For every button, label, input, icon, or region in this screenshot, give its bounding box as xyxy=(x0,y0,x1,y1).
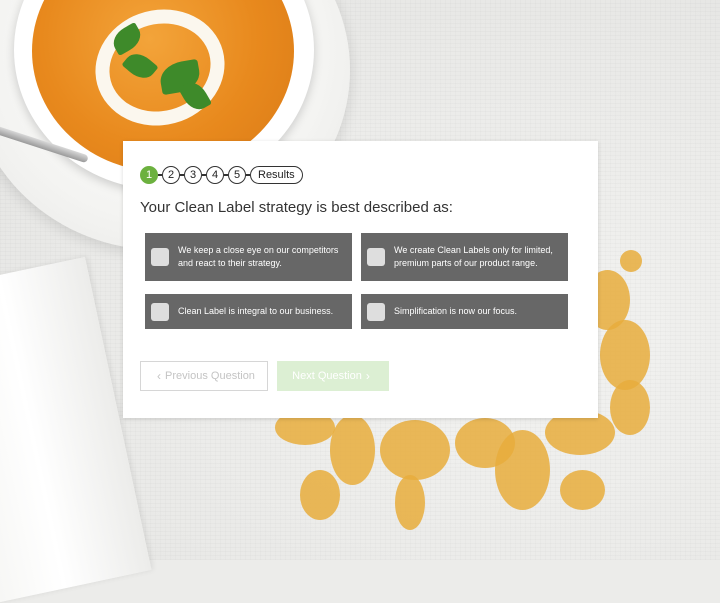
spice-splash-decoration xyxy=(610,380,650,435)
spice-splash-decoration xyxy=(600,320,650,390)
answer-option-label: We create Clean Labels only for limited,… xyxy=(394,245,553,268)
step-4-indicator: 4 xyxy=(206,166,224,184)
spice-splash-decoration xyxy=(620,250,642,272)
checkbox[interactable] xyxy=(151,248,169,266)
answer-option-competitors[interactable]: We keep a close eye on our competitors a… xyxy=(145,233,352,281)
step-2-indicator: 2 xyxy=(162,166,180,184)
question-text: Your Clean Label strategy is best descri… xyxy=(140,199,453,216)
spice-splash-decoration xyxy=(330,415,375,485)
spice-splash-decoration xyxy=(300,470,340,520)
answer-option-simplification[interactable]: Simplification is now our focus. xyxy=(361,294,568,329)
chevron-left-icon: ‹ xyxy=(157,369,162,383)
previous-question-button[interactable]: ‹ Previous Question xyxy=(140,361,268,391)
answer-option-label: We keep a close eye on our competitors a… xyxy=(178,245,339,268)
chevron-right-icon: › xyxy=(365,369,370,383)
step-1-indicator: 1 xyxy=(140,166,158,184)
checkbox[interactable] xyxy=(151,302,169,321)
answer-option-premium-range[interactable]: We create Clean Labels only for limited,… xyxy=(361,233,568,281)
next-question-button[interactable]: Next Question › xyxy=(277,361,389,391)
checkbox[interactable] xyxy=(367,302,385,321)
step-5-indicator: 5 xyxy=(228,166,246,184)
spice-splash-decoration xyxy=(495,430,550,510)
next-question-label: Next Question xyxy=(292,370,362,382)
answer-option-integral[interactable]: Clean Label is integral to our business. xyxy=(145,294,352,329)
checkbox[interactable] xyxy=(367,248,385,266)
step-3-indicator: 3 xyxy=(184,166,202,184)
previous-question-label: Previous Question xyxy=(165,370,255,382)
quiz-card: 1 2 3 4 5 Results Your Clean Label strat… xyxy=(123,141,598,418)
progress-steps: 1 2 3 4 5 Results xyxy=(140,165,303,185)
answer-option-label: Clean Label is integral to our business. xyxy=(178,306,334,316)
spice-splash-decoration xyxy=(380,420,450,480)
answer-option-label: Simplification is now our focus. xyxy=(394,306,518,316)
spice-splash-decoration xyxy=(560,470,605,510)
spice-splash-decoration xyxy=(395,475,425,530)
results-step-indicator: Results xyxy=(250,166,303,184)
